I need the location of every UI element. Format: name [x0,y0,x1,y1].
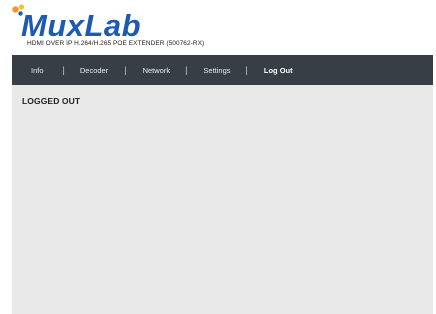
nav-item-decoder[interactable]: Decoder [80,66,108,75]
top-nav: Info | Decoder | Network | Settings | Lo… [12,55,433,85]
logo-dot-orange [12,6,19,13]
nav-separator: | [185,65,188,75]
page-title: LOGGED OUT [22,96,81,106]
nav-separator: | [124,65,127,75]
nav-item-info[interactable]: Info [31,66,44,75]
nav-separator: | [62,65,65,75]
nav-item-settings[interactable]: Settings [203,66,230,75]
nav-separator: | [245,65,248,75]
header: MuxLab HDMI OVER IP H.264/H.265 POE EXTE… [12,0,433,55]
product-subtitle: HDMI OVER IP H.264/H.265 POE EXTENDER (5… [27,40,205,47]
nav-item-network[interactable]: Network [143,66,171,75]
main-content: LOGGED OUT [12,85,433,314]
muxlab-logo: MuxLab [12,4,141,40]
page: MuxLab HDMI OVER IP H.264/H.265 POE EXTE… [12,0,433,314]
nav-item-logout[interactable]: Log Out [264,66,293,75]
logo-wordmark: MuxLab [21,8,141,40]
